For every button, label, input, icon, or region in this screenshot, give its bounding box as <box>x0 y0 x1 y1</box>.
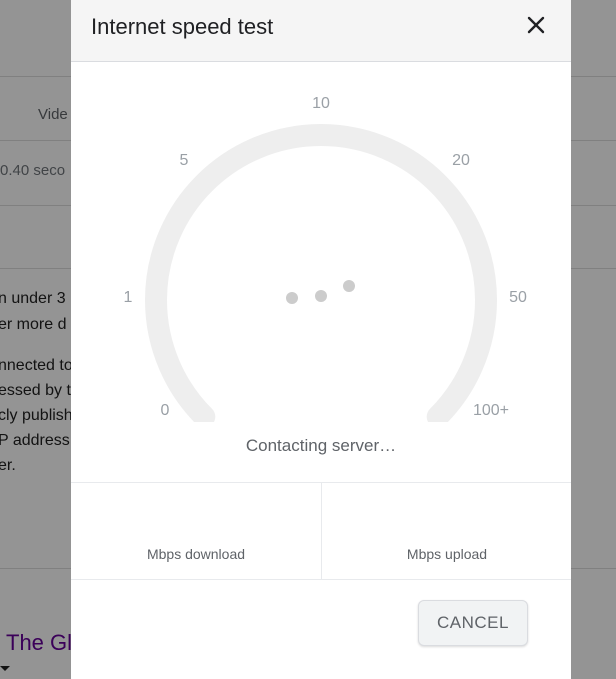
speed-test-dialog: Internet speed test 0 1 5 10 20 50 100+ … <box>71 0 571 679</box>
upload-result: Mbps upload <box>321 483 572 579</box>
tick-label-1: 1 <box>124 289 133 306</box>
results-row: Mbps download Mbps upload <box>71 482 571 580</box>
gauge-svg: 0 1 5 10 20 50 100+ <box>124 95 527 422</box>
gauge-track <box>145 124 497 422</box>
tick-label-5: 5 <box>180 152 189 169</box>
tick-label-50: 50 <box>509 289 527 306</box>
tick-label-0: 0 <box>161 402 170 419</box>
close-button[interactable] <box>523 12 549 38</box>
tick-label-100-plus: 100+ <box>473 402 509 419</box>
upload-label: Mbps upload <box>406 546 488 562</box>
download-result: Mbps download <box>71 483 321 579</box>
loading-dot <box>315 290 327 302</box>
loading-dot <box>286 292 298 304</box>
cancel-button[interactable]: CANCEL <box>418 600 528 646</box>
loading-dot <box>343 280 355 292</box>
speed-gauge: 0 1 5 10 20 50 100+ Contacting server… <box>71 62 571 482</box>
dialog-title: Internet speed test <box>91 14 274 39</box>
tick-label-20: 20 <box>452 152 470 169</box>
tick-label-10: 10 <box>312 95 330 112</box>
dialog-header: Internet speed test <box>71 0 571 62</box>
status-text: Contacting server… <box>245 436 397 455</box>
download-label: Mbps download <box>146 546 246 562</box>
close-icon <box>527 16 545 34</box>
